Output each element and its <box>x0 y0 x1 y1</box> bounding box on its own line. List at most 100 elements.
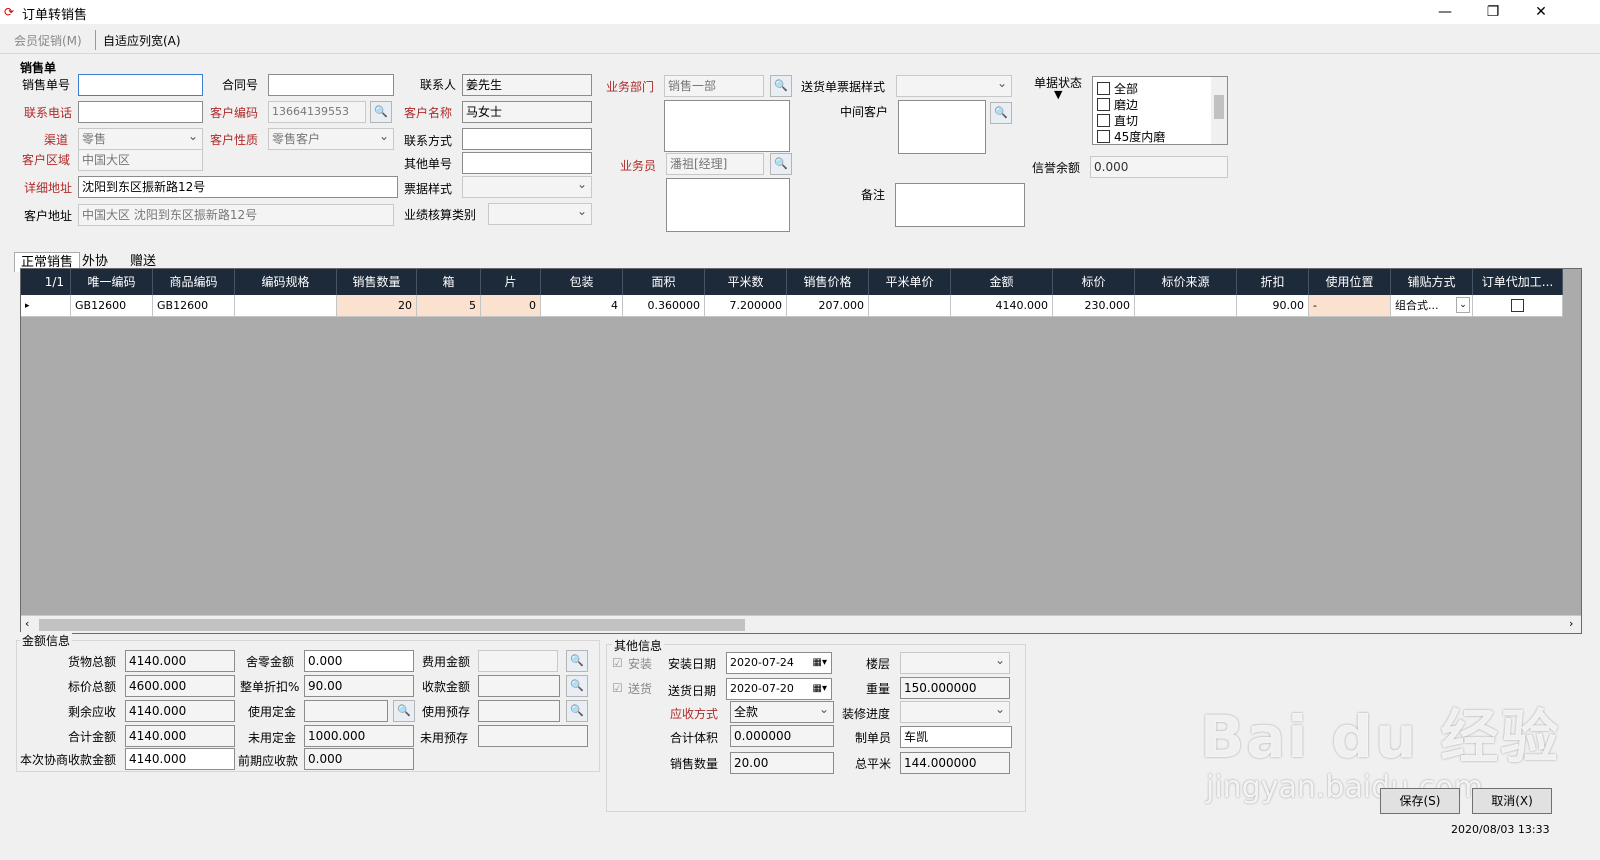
cell-box[interactable]: 5 <box>417 295 481 317</box>
qty-input[interactable]: 20.00 <box>730 752 834 774</box>
status-scrollbar[interactable] <box>1211 77 1227 144</box>
cell-sales-qty[interactable]: 20 <box>337 295 417 317</box>
column-header[interactable]: 使用位置 <box>1309 269 1391 295</box>
status-checkbox[interactable] <box>1097 114 1110 127</box>
deposit-search-icon[interactable]: 🔍 <box>393 700 415 722</box>
column-header[interactable]: 包装 <box>541 269 623 295</box>
cell-sqm[interactable]: 7.200000 <box>705 295 787 317</box>
table-row[interactable]: ▸ GB12600 GB12600 20 5 0 4 0.360000 7.20… <box>21 295 1563 317</box>
contract-input[interactable] <box>268 74 394 96</box>
column-header[interactable]: 面积 <box>623 269 705 295</box>
column-header[interactable]: 销售价格 <box>787 269 869 295</box>
middle-customer-search-icon[interactable]: 🔍 <box>990 102 1012 124</box>
status-checkbox[interactable] <box>1097 98 1110 111</box>
cell-product-code[interactable]: GB12600 <box>153 295 235 317</box>
customer-name-input[interactable]: 马女士 <box>462 101 592 123</box>
credit-input[interactable]: 0.000 <box>1090 156 1228 178</box>
cell-laying-method[interactable]: 组合式... ⌄ <box>1391 295 1473 317</box>
column-header[interactable]: 折扣 <box>1237 269 1309 295</box>
deliver-checkbox-icon[interactable]: ☑ <box>612 681 623 695</box>
cell-piece[interactable]: 0 <box>481 295 541 317</box>
member-promo-button[interactable]: 会员促销(M) <box>14 32 82 49</box>
performance-category-select[interactable] <box>488 203 592 225</box>
volume-input[interactable]: 0.000000 <box>730 725 834 747</box>
department-search-icon[interactable]: 🔍 <box>770 75 792 97</box>
order-no-input[interactable] <box>78 74 203 96</box>
cell-code-spec[interactable] <box>235 295 337 317</box>
remark-box[interactable] <box>895 183 1025 227</box>
discount-input[interactable]: 90.00 <box>304 675 414 697</box>
remaining-input[interactable]: 4140.000 <box>125 700 235 722</box>
cell-list-price[interactable]: 230.000 <box>1053 295 1135 317</box>
fee-search-icon[interactable]: 🔍 <box>566 650 588 672</box>
maximize-button[interactable]: ❐ <box>1470 0 1516 24</box>
column-header[interactable]: 唯一编码 <box>71 269 153 295</box>
cell-unique-code[interactable]: GB12600 <box>71 295 153 317</box>
column-header[interactable]: 标价 <box>1053 269 1135 295</box>
autofit-columns-button[interactable]: 自适应列宽(A) <box>103 32 181 49</box>
column-header[interactable]: 商品编码 <box>153 269 235 295</box>
scroll-right-icon[interactable]: › <box>1569 617 1573 630</box>
status-checkbox[interactable] <box>1097 82 1110 95</box>
column-header[interactable]: 编码规格 <box>235 269 337 295</box>
fee-input[interactable] <box>478 650 558 672</box>
department-memo-box[interactable] <box>664 100 790 152</box>
contact-method-input[interactable] <box>462 128 592 150</box>
grid-horizontal-scrollbar[interactable]: ‹ › <box>21 615 1581 633</box>
middle-customer-box[interactable] <box>898 100 986 154</box>
cell-discount[interactable]: 90.00 <box>1237 295 1309 317</box>
total-sqm-input[interactable]: 144.000000 <box>900 752 1010 774</box>
phone-input[interactable] <box>78 101 203 123</box>
ticket-style-select[interactable] <box>462 176 592 198</box>
column-header[interactable]: 箱 <box>417 269 481 295</box>
prev-due-input[interactable]: 0.000 <box>304 748 414 770</box>
cell-use-location[interactable]: - <box>1309 295 1391 317</box>
cell-amount[interactable]: 4140.000 <box>951 295 1053 317</box>
weight-input[interactable]: 150.000000 <box>900 677 1010 699</box>
list-total-input[interactable]: 4600.000 <box>125 675 235 697</box>
delivery-style-select[interactable] <box>896 75 1012 97</box>
customer-address-input[interactable]: 中国大区 沈阳到东区振新路12号 <box>78 204 394 226</box>
status-item[interactable]: 全部 <box>1097 80 1138 97</box>
salesman-memo-box[interactable] <box>666 178 790 232</box>
cell-order-processing[interactable] <box>1473 295 1563 317</box>
goods-total-input[interactable]: 4140.000 <box>125 650 235 672</box>
salesman-search-icon[interactable]: 🔍 <box>770 153 792 175</box>
department-input[interactable]: 销售一部 <box>664 75 764 97</box>
save-button[interactable]: 保存(S) <box>1380 788 1460 814</box>
cell-package[interactable]: 4 <box>541 295 623 317</box>
column-header[interactable]: 销售数量 <box>337 269 417 295</box>
customer-code-input[interactable]: 13664139553 <box>268 101 366 123</box>
status-item[interactable]: 直切 <box>1097 112 1138 129</box>
status-item[interactable]: 45度内磨 <box>1097 128 1165 145</box>
column-header[interactable]: 铺贴方式 <box>1391 269 1473 295</box>
column-header[interactable]: 片 <box>481 269 541 295</box>
floor-select[interactable] <box>900 652 1010 674</box>
column-header[interactable]: 平米数 <box>705 269 787 295</box>
cell-sales-price[interactable]: 207.000 <box>787 295 869 317</box>
status-arrow-icon[interactable]: ▼ <box>1054 88 1062 101</box>
prepay-input[interactable] <box>478 700 560 722</box>
contact-input[interactable]: 姜先生 <box>462 74 592 96</box>
minimize-button[interactable]: — <box>1422 0 1468 24</box>
status-checkbox[interactable] <box>1097 130 1110 143</box>
other-no-input[interactable] <box>462 152 592 174</box>
chevron-down-icon[interactable]: ⌄ <box>1456 297 1470 313</box>
region-input[interactable]: 中国大区 <box>78 149 203 171</box>
deliver-date-input[interactable]: 2020-07-20 ▦▾ <box>726 678 832 700</box>
column-header[interactable]: 标价来源 <box>1135 269 1237 295</box>
install-date-input[interactable]: 2020-07-24 ▦▾ <box>726 652 832 674</box>
negotiated-input[interactable]: 4140.000 <box>125 748 235 770</box>
calendar-icon[interactable]: ▦▾ <box>813 653 827 673</box>
column-header[interactable]: 金额 <box>951 269 1053 295</box>
customer-search-icon[interactable]: 🔍 <box>370 101 392 123</box>
collect-select[interactable]: 全款 <box>730 701 834 723</box>
scroll-left-icon[interactable]: ‹ <box>25 617 29 630</box>
unused-deposit-input[interactable]: 1000.000 <box>304 725 414 747</box>
channel-select[interactable]: 零售 <box>78 128 203 150</box>
salesman-input[interactable]: 潘祖[经理] <box>666 153 764 175</box>
receipt-input[interactable] <box>478 675 560 697</box>
status-item[interactable]: 磨边 <box>1097 96 1138 113</box>
deposit-input[interactable] <box>304 700 388 722</box>
column-header[interactable]: 平米单价 <box>869 269 951 295</box>
